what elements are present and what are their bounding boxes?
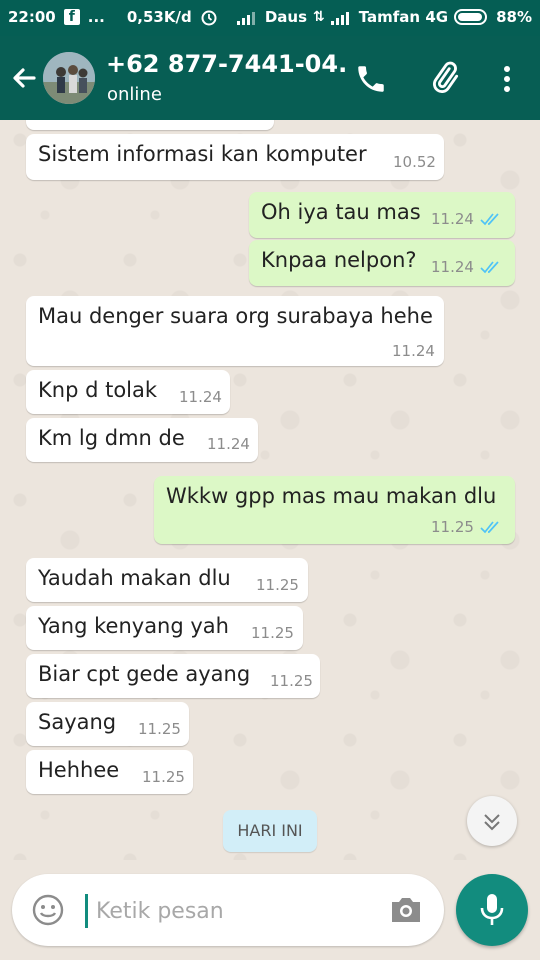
message-text: Hehhee <box>38 758 120 782</box>
camera-icon[interactable] <box>388 894 424 926</box>
message-text: Biar cpt gede ayang <box>38 662 251 686</box>
message-text: Mau denger suara org surabaya hehe <box>38 304 433 328</box>
data-arrows-icon: ⇅ <box>313 9 325 25</box>
scroll-down-button[interactable] <box>467 796 517 846</box>
message-text: Oh iya tau mas <box>261 200 421 224</box>
message-time: 11.24 <box>431 258 474 276</box>
message-time: 11.24 <box>431 210 474 228</box>
message-bubble[interactable]: Yaudah makan dlu 11.25 <box>26 558 308 602</box>
message-text: Yaudah makan dlu <box>38 566 231 590</box>
message-time: 11.25 <box>431 518 474 536</box>
status-left: 22:00 f ... 0,53K/d <box>8 8 218 26</box>
message-bubble[interactable]: Wkkw gpp mas mau makan dlu 11.25 <box>154 476 515 544</box>
text-cursor <box>85 894 88 928</box>
carrier-2: Tamfan 4G <box>358 8 449 26</box>
message-text: Wkkw gpp mas mau makan dlu <box>166 484 497 508</box>
network-speed: 0,53K/d <box>126 8 192 26</box>
message-bubble[interactable]: Oh iya tau mas 11.24 <box>249 192 515 238</box>
message-bubble[interactable]: Sayang 11.25 <box>26 702 189 746</box>
signal-icon-2 <box>330 9 353 25</box>
message-time: 11.25 <box>138 720 181 738</box>
message-time: 11.24 <box>179 388 222 406</box>
message-text: Km lg dmn de <box>38 426 185 450</box>
message-time: 11.25 <box>142 768 185 786</box>
status-right: Daus ⇅ Tamfan 4G 88% <box>236 8 532 26</box>
message-time: 11.24 <box>392 342 435 360</box>
message-bubble[interactable]: Mau denger suara org surabaya hehe 11.24 <box>26 296 444 366</box>
alarm-icon <box>200 8 218 26</box>
back-arrow-icon[interactable] <box>8 62 40 94</box>
message-bubble-partial <box>26 120 274 130</box>
chat-header: +62 877-7441-04... online <box>0 36 540 120</box>
message-time: 11.25 <box>256 576 299 594</box>
chat-area[interactable]: Sistem informasi kan komputer 10.52 Oh i… <box>0 120 540 860</box>
message-bubble[interactable]: Sistem informasi kan komputer 10.52 <box>26 134 444 180</box>
double-check-icon <box>480 213 499 226</box>
battery-percent: 88% <box>496 8 532 26</box>
emoji-icon[interactable] <box>32 894 64 926</box>
message-text: Knpaa nelpon? <box>261 248 417 272</box>
message-bubble[interactable]: Km lg dmn de 11.24 <box>26 418 258 462</box>
signal-icon <box>236 9 259 25</box>
message-text: Sistem informasi kan komputer <box>38 142 367 166</box>
message-bubble[interactable]: Knpaa nelpon? 11.24 <box>249 240 515 286</box>
message-time: 11.25 <box>270 672 313 690</box>
message-composer <box>12 874 444 946</box>
message-bubble[interactable]: Biar cpt gede ayang 11.25 <box>26 654 320 698</box>
message-bubble[interactable]: Yang kenyang yah 11.25 <box>26 606 303 650</box>
message-text: Sayang <box>38 710 117 734</box>
more-vert-icon[interactable] <box>498 62 516 96</box>
mic-icon <box>480 894 504 925</box>
message-text: Yang kenyang yah <box>38 614 229 638</box>
mic-button[interactable] <box>456 874 528 946</box>
message-bubble[interactable]: Knp d tolak 11.24 <box>26 370 230 414</box>
message-time: 11.25 <box>251 624 294 642</box>
facebook-icon: f <box>63 9 80 25</box>
message-bubble[interactable]: Hehhee 11.25 <box>26 750 193 794</box>
phone-icon[interactable] <box>354 62 388 96</box>
contact-name[interactable]: +62 877-7441-04... <box>106 50 346 78</box>
contact-status: online <box>107 84 162 105</box>
carrier-1: Daus <box>264 8 307 26</box>
double-check-icon <box>480 261 499 274</box>
chevron-down-icon <box>484 814 500 831</box>
message-time: 10.52 <box>393 153 436 171</box>
message-time: 11.24 <box>207 435 250 453</box>
double-check-icon <box>480 521 499 534</box>
paperclip-icon[interactable] <box>426 60 462 96</box>
notification-dots: ... <box>87 8 105 26</box>
status-bar: 22:00 f ... 0,53K/d Daus ⇅ Tamfan 4G 88% <box>0 0 540 36</box>
battery-icon <box>454 9 490 25</box>
message-input[interactable] <box>94 888 388 934</box>
avatar[interactable] <box>43 52 95 104</box>
status-time: 22:00 <box>8 8 56 26</box>
date-divider: HARI INI <box>223 810 317 852</box>
message-text: Knp d tolak <box>38 378 158 402</box>
